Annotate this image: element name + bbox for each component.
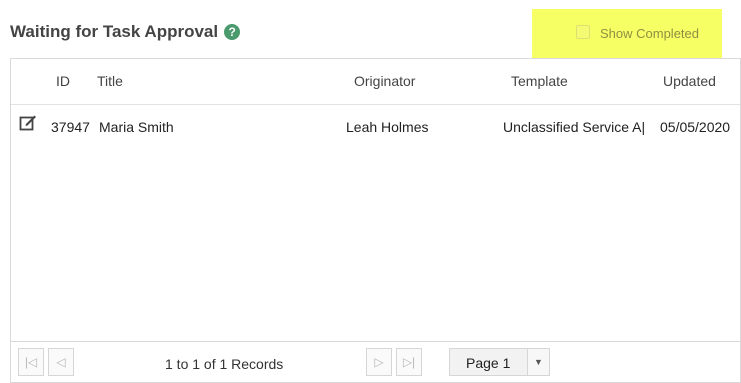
show-completed-checkbox[interactable]	[576, 25, 590, 39]
next-page-button[interactable]: ▷	[366, 348, 392, 376]
first-page-button[interactable]: |◁	[18, 348, 44, 376]
last-page-icon: ▷|	[402, 355, 416, 369]
cell-updated: 05/05/2020	[660, 119, 731, 135]
page-title-text: Waiting for Task Approval	[10, 22, 219, 41]
last-page-button[interactable]: ▷|	[396, 348, 422, 376]
cell-template: Unclassified Service A|	[503, 119, 646, 135]
page-label: Page 1	[466, 355, 511, 371]
previous-page-button[interactable]: ◁	[48, 348, 74, 376]
chevron-down-icon[interactable]: ▼	[527, 349, 549, 375]
column-header-id[interactable]: ID	[56, 73, 70, 89]
cell-title[interactable]: Maria Smith	[99, 119, 174, 135]
show-completed-label[interactable]: Show Completed	[600, 26, 699, 41]
column-header-template[interactable]: Template	[511, 73, 568, 89]
cell-id: 37947	[51, 119, 90, 135]
page-select[interactable]: Page 1 ▼	[449, 348, 550, 376]
column-header-originator[interactable]: Originator	[354, 73, 415, 89]
show-completed-toggle[interactable]: Show Completed	[532, 9, 722, 59]
cell-originator: Leah Holmes	[346, 119, 429, 135]
first-page-icon: |◁	[24, 355, 38, 369]
next-page-icon: ▷	[374, 355, 384, 369]
column-header-title[interactable]: Title	[97, 73, 123, 89]
panel-header: Waiting for Task Approval ? Show Complet…	[0, 0, 741, 59]
page-title: Waiting for Task Approval ?	[10, 22, 241, 42]
table-row[interactable]: 37947 Maria Smith Leah Holmes Unclassifi…	[11, 106, 740, 144]
column-header-updated[interactable]: Updated	[663, 73, 716, 89]
help-icon[interactable]: ?	[224, 24, 241, 40]
pager: |◁ ◁ 1 to 1 of 1 Records ▷ ▷| Page 1 ▼	[10, 342, 741, 383]
edit-icon[interactable]	[19, 113, 37, 131]
records-count: 1 to 1 of 1 Records	[165, 356, 284, 372]
task-grid: ID Title Originator Template Updated 379…	[10, 58, 741, 342]
table-header: ID Title Originator Template Updated	[11, 59, 740, 105]
previous-page-icon: ◁	[56, 355, 66, 369]
